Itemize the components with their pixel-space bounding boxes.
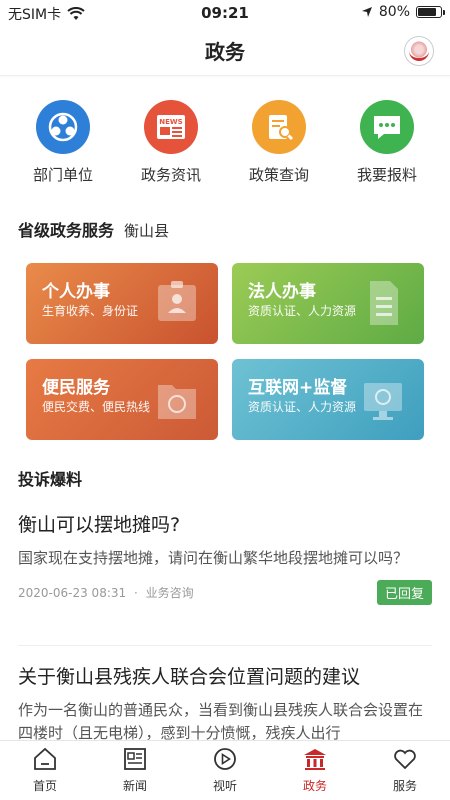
post-title: 衡山可以摆地摊吗?: [18, 514, 181, 536]
complaints-section-title: 投诉爆料: [18, 470, 83, 489]
tab-home[interactable]: 首页: [0, 741, 90, 800]
post-title: 关于衡山县残疾人联合会位置问题的建议: [18, 666, 361, 688]
page-title: 政务: [205, 40, 245, 64]
quick-link-label: 部门单位: [32, 166, 93, 184]
service-card-legal-entity[interactable]: 法人办事 资质认证、人力资源: [232, 263, 424, 344]
service-card-desc: 生育收养、身份证: [42, 304, 139, 318]
service-card-title: 互联网+监督: [248, 378, 348, 398]
service-card-desc: 便民交费、便民热线: [42, 400, 151, 414]
service-card-desc: 资质认证、人力资源: [248, 304, 357, 318]
document-icon: [370, 281, 398, 325]
service-card-title: 便民服务: [42, 378, 110, 398]
tab-news[interactable]: 新闻: [90, 741, 180, 800]
tab-label: 首页: [32, 779, 57, 793]
tab-label: 视听: [212, 779, 237, 793]
avatar-emblem-icon: [409, 41, 429, 61]
battery-icon: [416, 6, 445, 18]
service-card-desc: 资质认证、人力资源: [248, 400, 357, 414]
quick-link-report[interactable]: 我要报料: [332, 100, 442, 185]
nav-bar: 政务: [0, 26, 450, 76]
quick-link-label: 政务资讯: [140, 166, 201, 184]
post-meta: 2020-06-23 08:31 · 业务咨询 已回复: [18, 580, 432, 605]
service-card-personal[interactable]: 个人办事 生育收养、身份证: [26, 263, 218, 344]
tab-label: 政务: [302, 779, 327, 793]
quick-link-policy[interactable]: 政策查询: [224, 100, 334, 185]
tab-services[interactable]: 服务: [360, 741, 450, 800]
bottom-tab-bar: 首页 新闻 视听 政务 服务: [0, 740, 450, 800]
tab-government[interactable]: 政务: [270, 741, 360, 800]
status-bar: 无SIM卡 09:21 80%: [0, 0, 450, 26]
id-card-icon: [158, 281, 196, 321]
quick-link-label: 我要报料: [356, 166, 417, 184]
newspaper-icon: [124, 748, 146, 770]
tab-label: 新闻: [122, 779, 147, 793]
tab-label: 服务: [392, 779, 417, 793]
post-body: 国家现在支持摆地摊，请问在衡山繁华地段摆地摊可以吗？: [18, 549, 409, 567]
service-card-title: 个人办事: [42, 282, 110, 302]
service-card-supervision[interactable]: 互联网+监督 资质认证、人力资源: [232, 359, 424, 440]
document-search-icon: [252, 100, 306, 154]
svg-text:NEWS: NEWS: [159, 118, 182, 126]
carrier-text: 无SIM卡: [8, 7, 62, 23]
location-arrow-icon: [361, 7, 372, 17]
tab-media[interactable]: 视听: [180, 741, 270, 800]
people-network-icon: [36, 100, 90, 154]
battery-percent: 80%: [378, 4, 410, 20]
list-item[interactable]: 衡山可以摆地摊吗? 国家现在支持摆地摊，请问在衡山繁华地段摆地摊可以吗？ 202…: [18, 510, 432, 605]
chat-bubble-icon: [360, 100, 414, 154]
quick-link-news[interactable]: NEWS 政务资讯: [116, 100, 226, 185]
list-item[interactable]: 关于衡山县残疾人联合会位置问题的建议 作为一名衡山的普通民众，当看到衡山县残疾人…: [18, 662, 432, 740]
post-info: 2020-06-23 08:31 · 业务咨询: [18, 584, 194, 601]
news-icon: NEWS: [144, 100, 198, 154]
wifi-icon: [67, 7, 85, 20]
folder-icon: [158, 385, 196, 419]
avatar[interactable]: [404, 36, 434, 66]
quick-link-departments[interactable]: 部门单位: [8, 100, 118, 185]
services-section-header: 省级政务服务 衡山县: [18, 217, 169, 241]
divider: [18, 645, 432, 646]
home-icon: [34, 747, 56, 770]
meta-separator: ·: [133, 586, 138, 600]
post-date: 2020-06-23 08:31: [18, 586, 127, 600]
services-section-title: 省级政务服务: [18, 221, 115, 240]
monitor-icon: [364, 383, 402, 420]
government-icon: [304, 749, 326, 770]
quick-links: 部门单位 NEWS 政务资讯 政策查询 我要报料: [0, 100, 450, 200]
service-card-convenience[interactable]: 便民服务 便民交费、便民热线: [26, 359, 218, 440]
complaints-section-header: 投诉爆料: [18, 466, 82, 490]
service-card-title: 法人办事: [248, 282, 316, 302]
region-selector[interactable]: 衡山县: [124, 220, 169, 241]
quick-link-label: 政策查询: [248, 166, 309, 184]
heart-icon: [394, 749, 416, 770]
play-icon: [214, 748, 236, 770]
status-badge: 已回复: [376, 580, 432, 605]
post-body: 作为一名衡山的普通民众，当看到衡山县残疾人联合会设置在四楼时（且无电梯），感到十…: [18, 701, 424, 740]
post-category: 业务咨询: [145, 586, 194, 600]
